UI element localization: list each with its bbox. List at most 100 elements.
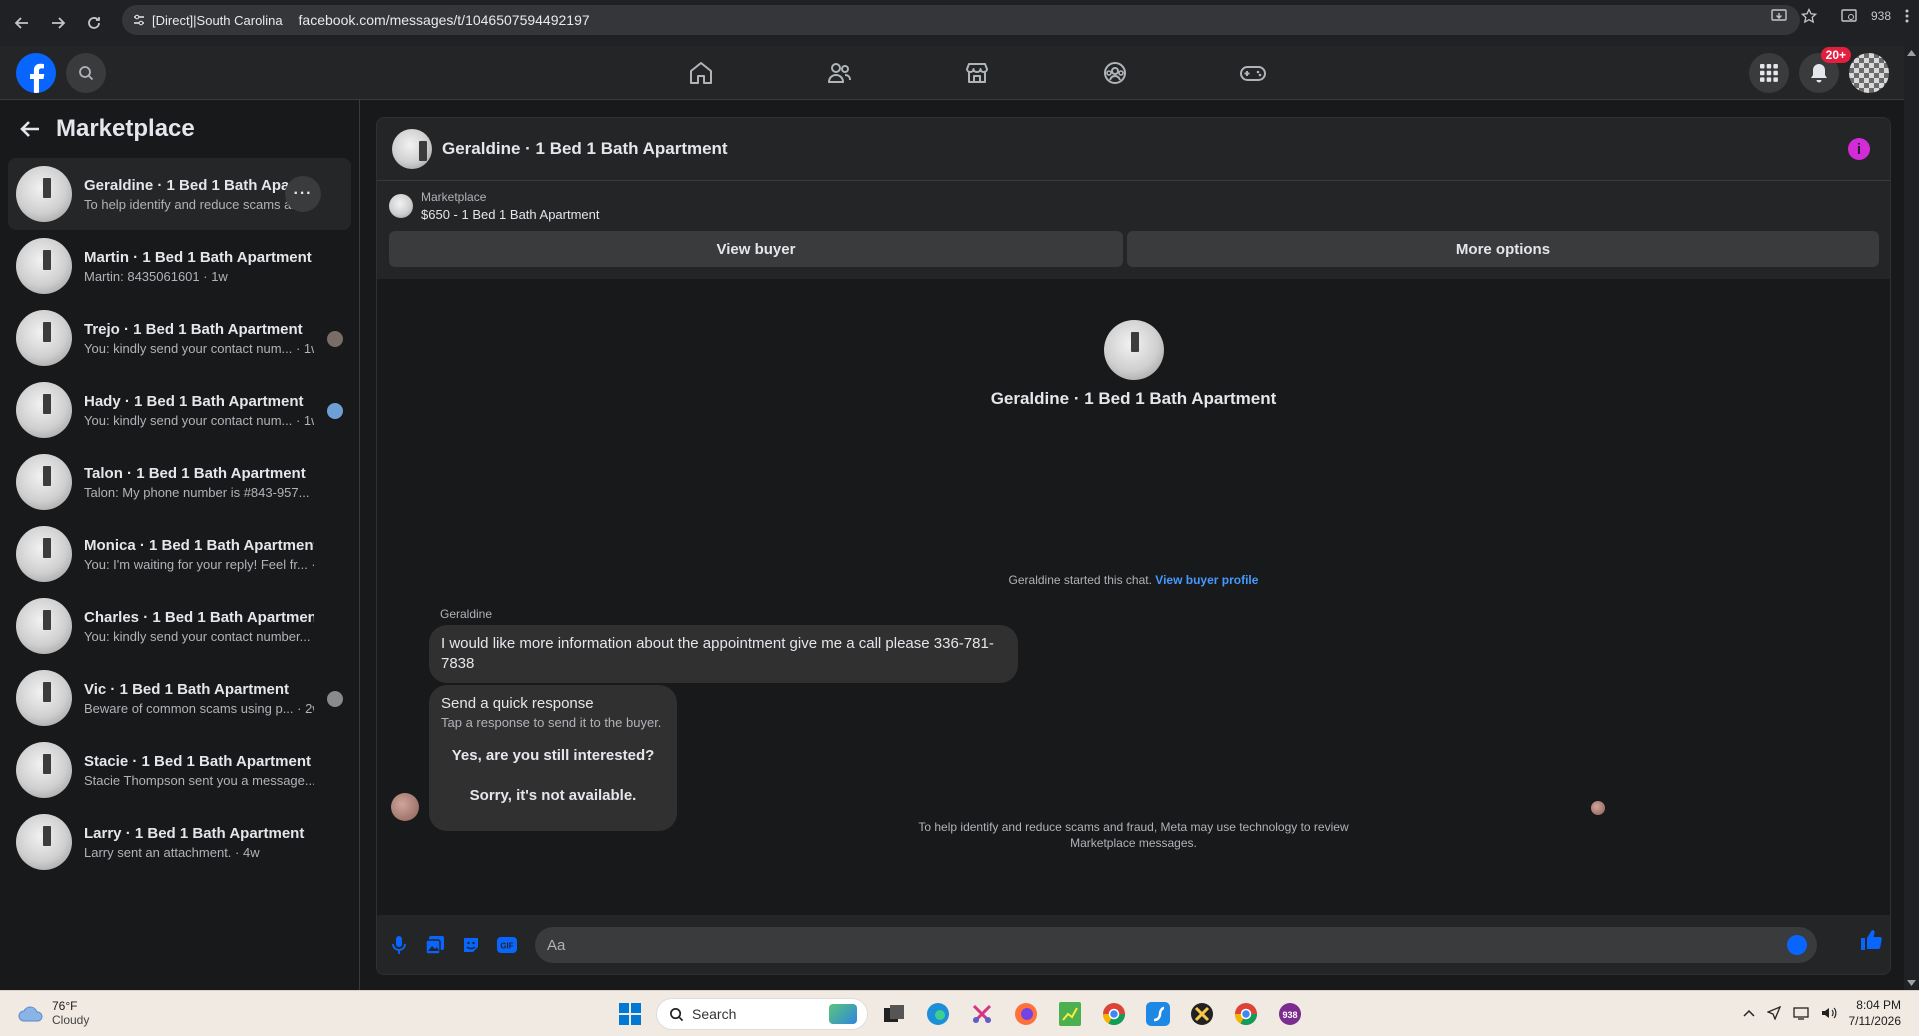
chevron-up-icon[interactable] [1742,1009,1755,1017]
chat-panel: Geraldine · 1 Bed 1 Bath Apartment i Mar… [376,117,1891,975]
quick-response-title: Send a quick response [441,695,594,712]
more-options-icon[interactable]: ··· [285,176,321,212]
chat-header: Geraldine · 1 Bed 1 Bath Apartment i [377,118,1890,181]
taskbar-search[interactable]: Search [656,998,868,1030]
facebook-header: 20+ [0,46,1919,100]
quick-response-unavailable[interactable]: Sorry, it's not available. [441,776,665,816]
notification-badge: 20+ [1820,47,1851,63]
volume-icon[interactable] [1821,1006,1837,1020]
apps-menu-icon[interactable] [1749,53,1789,93]
chrome-profile-icon[interactable] [1096,997,1132,1031]
snipping-tool-icon[interactable] [964,997,1000,1031]
profile-icon[interactable] [1841,8,1857,24]
conversation-snippet: Martin: 8435061601 · 1w [84,268,228,284]
groups-icon[interactable] [1046,46,1184,100]
sticker-icon[interactable] [453,927,489,963]
friends-icon[interactable] [770,46,908,100]
marketplace-icon[interactable] [908,46,1046,100]
listing-thumbnail [16,670,72,726]
message-input[interactable]: Aa [535,927,1817,963]
svg-text:938: 938 [1282,1010,1297,1020]
menu-kebab-icon[interactable] [1905,9,1909,23]
listing-thumbnail [16,526,72,582]
conversation-name: Larry · 1 Bed 1 Bath Apartment [84,824,305,842]
forward-arrow-icon[interactable] [44,9,72,37]
bookmark-star-icon[interactable] [1800,8,1817,24]
clock-date: 7/11/2026 [1848,1014,1902,1028]
site-settings-icon [134,14,144,26]
view-buyer-button[interactable]: View buyer [389,231,1123,267]
spreadsheet-app-icon[interactable] [1052,997,1088,1031]
account-avatar[interactable] [1849,53,1889,93]
listing-thumbnail [16,238,72,294]
conversation-snippet: You: kindly send your contact num... · 1… [84,340,314,356]
reload-icon[interactable] [80,9,108,37]
message-bubble[interactable]: I would like more information about the … [429,625,1018,683]
page-scrollbar[interactable] [1904,46,1919,990]
microphone-icon[interactable] [381,927,417,963]
conversation-item[interactable]: Martin · 1 Bed 1 Bath Apartment Martin: … [8,230,351,302]
scam-notice: To help identify and reduce scams and fr… [377,819,1890,851]
address-bar[interactable]: [Direct]|South Carolina facebook.com/mes… [122,5,1800,35]
firefox-icon[interactable] [1008,997,1044,1031]
listing-thumbnail [16,598,72,654]
conversation-name: Vic · 1 Bed 1 Bath Apartment [84,680,290,698]
listing-summary[interactable]: Marketplace $650 - 1 Bed 1 Bath Apartmen… [389,190,600,222]
listing-price-title: $650 - 1 Bed 1 Bath Apartment [421,207,600,222]
back-arrow-icon[interactable] [20,120,40,138]
conversation-item[interactable]: Vic · 1 Bed 1 Bath Apartment Beware of c… [8,662,351,734]
conversation-snippet: To help identify and reduce scams and fr… [84,196,314,212]
notifications-bell-icon[interactable]: 20+ [1799,47,1851,93]
url-text[interactable]: facebook.com/messages/t/1046507594492197 [299,12,590,28]
view-buyer-profile-link[interactable]: View buyer profile [1155,573,1258,587]
thumbs-up-icon[interactable] [1860,929,1882,951]
emoji-icon[interactable] [1787,935,1807,955]
clock[interactable]: 8:04 PM 7/11/2026 [1849,997,1902,1029]
conversation-item[interactable]: Talon · 1 Bed 1 Bath Apartment Talon: My… [8,446,351,518]
facebook-logo-icon[interactable] [16,53,56,93]
seen-avatar [327,403,343,419]
messaging-app-icon[interactable] [1140,997,1176,1031]
listing-thumbnail [16,814,72,870]
windows-start-icon[interactable] [612,997,648,1031]
conversation-snippet: You: I'm waiting for your reply! Feel fr… [84,556,314,572]
message-composer: GIF Aa [377,915,1890,975]
install-app-icon[interactable] [1771,8,1787,24]
photo-icon[interactable] [417,927,453,963]
conversation-item[interactable]: Larry · 1 Bed 1 Bath Apartment Larry sen… [8,806,351,878]
chat-avatar[interactable] [392,129,432,169]
svg-text:GIF: GIF [500,942,513,951]
search-icon[interactable] [66,53,106,93]
network-icon[interactable] [1792,1006,1809,1020]
chrome-icon[interactable] [1228,997,1264,1031]
home-icon[interactable] [632,46,770,100]
site-info-chip[interactable]: [Direct]|South Carolina [132,13,293,28]
conversation-snippet: You: kindly send your contact num... · 1… [84,412,314,428]
edge-browser-icon[interactable] [920,997,956,1031]
counter-app-icon[interactable]: 938 [1272,997,1308,1031]
conversation-item[interactable]: Trejo · 1 Bed 1 Bath Apartment You: kind… [8,302,351,374]
quick-response-card: Send a quick response Tap a response to … [429,685,677,831]
tab-counter[interactable]: 938 [1871,9,1891,23]
location-icon[interactable] [1766,1006,1781,1020]
gaming-icon[interactable] [1184,46,1322,100]
conversation-item[interactable]: Hady · 1 Bed 1 Bath Apartment You: kindl… [8,374,351,446]
conversation-name: Trejo · 1 Bed 1 Bath Apartment [84,320,303,338]
weather-widget[interactable]: 76°F Cloudy [18,999,89,1027]
conversation-name: Hady · 1 Bed 1 Bath Apartment [84,392,304,410]
conversation-item[interactable]: Stacie · 1 Bed 1 Bath Apartment Stacie T… [8,734,351,806]
task-view-icon[interactable] [876,997,912,1031]
xbox-icon[interactable] [1184,997,1220,1031]
sender-avatar[interactable] [391,793,419,821]
conversation-item[interactable]: Charles · 1 Bed 1 Bath Apartment You: ki… [8,590,351,662]
quick-response-interested[interactable]: Yes, are you still interested? [441,736,665,776]
info-icon[interactable]: i [1848,138,1870,160]
conversation-snippet: Beware of common scams using p... · 2w [84,700,314,716]
gif-icon[interactable]: GIF [489,927,525,963]
conversation-item[interactable]: Monica · 1 Bed 1 Bath Apartment You: I'm… [8,518,351,590]
more-options-button[interactable]: More options [1127,231,1879,267]
back-arrow-icon[interactable] [8,9,36,37]
conversation-item[interactable]: Geraldine · 1 Bed 1 Bath Apartment To he… [8,158,351,230]
read-receipt-avatar [1591,801,1605,815]
chat-title[interactable]: Geraldine · 1 Bed 1 Bath Apartment [442,139,728,159]
